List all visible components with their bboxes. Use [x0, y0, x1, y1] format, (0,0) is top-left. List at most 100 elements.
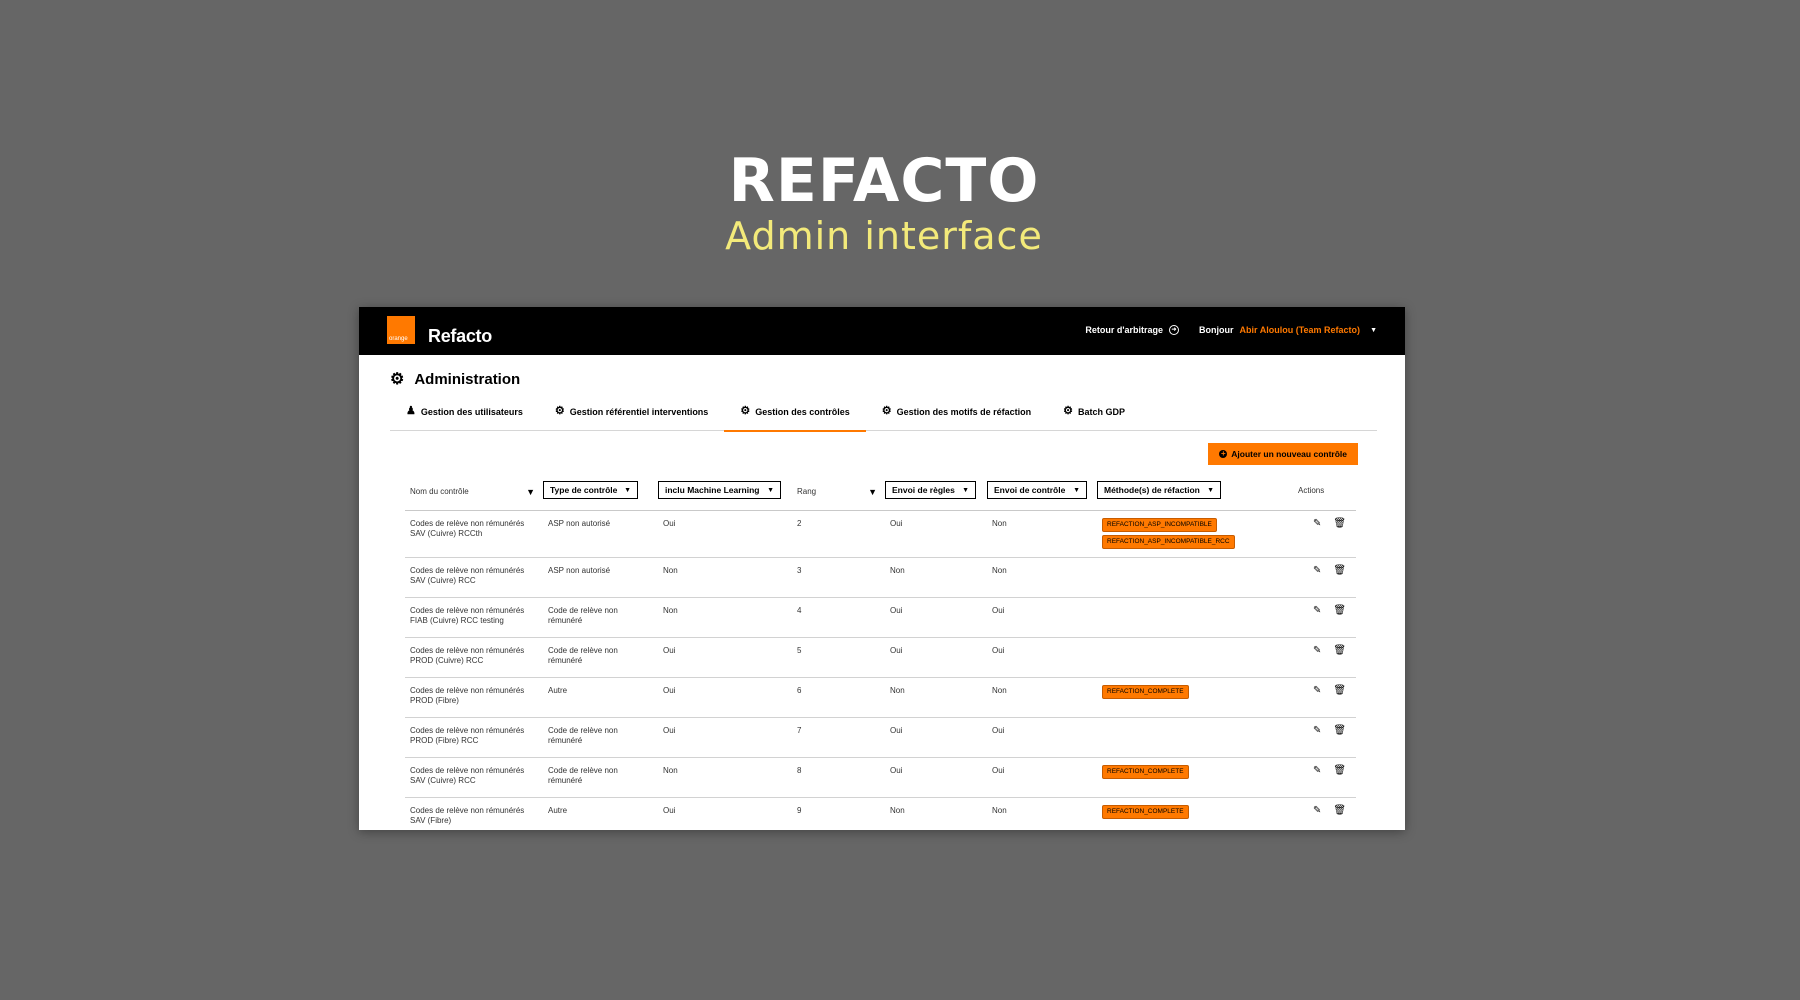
cell-rang: 2: [792, 510, 885, 558]
tab-label: Gestion référentiel interventions: [569, 407, 709, 417]
col-envoi: Envoi de contrôle ▼: [987, 470, 1097, 511]
trash-icon[interactable]: 🗑: [1333, 606, 1346, 616]
user-menu[interactable]: Abir Aloulou (Team Refacto): [1240, 325, 1361, 335]
type-line2: rémunéré: [548, 776, 583, 785]
tab-interventions[interactable]: ⚙ Gestion référentiel interventions: [539, 399, 724, 430]
trash-icon[interactable]: 🗑: [1333, 686, 1346, 696]
tab-batch-gdp[interactable]: ⚙ Batch GDP: [1047, 399, 1141, 430]
cell-rang: 8: [792, 757, 885, 798]
col-ml: inclu Machine Learning ▼: [658, 470, 792, 511]
tab-label: Batch GDP: [1078, 407, 1126, 417]
col-type-label: Type de contrôle: [550, 485, 618, 495]
trash-icon[interactable]: 🗑: [1333, 766, 1346, 776]
type-line1: Code de relève non: [548, 606, 618, 615]
table-row[interactable]: Codes de relève non rémunérés SAV (Cuivre…: [405, 757, 1356, 798]
edit-pencil-icon[interactable]: ✎: [1313, 646, 1321, 656]
cell-regles: Non: [885, 557, 987, 598]
page-title: Administration: [414, 371, 521, 388]
filter-icon[interactable]: ▼: [868, 487, 877, 497]
refaction-badge: REFACTION_COMPLETE: [1102, 685, 1189, 699]
col-rang: Rang ▼: [792, 470, 885, 511]
table-row[interactable]: Codes de relève non rémunérés PROD (Cuivr…: [405, 637, 1356, 678]
table-row[interactable]: Codes de relève non rémunérés SAV (Cuivre…: [405, 557, 1356, 598]
cell-methodes: [1097, 637, 1298, 678]
type-line1: Code de relève non: [548, 766, 618, 775]
col-regles-label: Envoi de règles: [892, 485, 955, 495]
cell-rang: 5: [792, 637, 885, 678]
hero: REFACTO Admin interface: [0, 148, 1768, 258]
edit-pencil-icon[interactable]: ✎: [1313, 806, 1321, 816]
trash-icon[interactable]: 🗑: [1333, 566, 1346, 576]
cell-type: Code de relève non rémunéré: [543, 757, 658, 798]
table-row[interactable]: Codes de relève non rémunérés SAV (Fibre)…: [405, 797, 1356, 830]
cell-regles: Non: [885, 677, 987, 718]
gear-icon: ⚙: [554, 405, 565, 417]
col-methodes: Méthode(s) de réfaction ▼: [1097, 470, 1298, 511]
envoi-filter-dropdown[interactable]: Envoi de contrôle ▼: [987, 481, 1087, 499]
tab-controls[interactable]: ⚙ Gestion des contrôles: [724, 399, 866, 432]
table-row[interactable]: Codes de relève non rémunérés SAV (Cuivre…: [405, 510, 1356, 558]
methodes-filter-dropdown[interactable]: Méthode(s) de réfaction ▼: [1097, 481, 1221, 499]
add-control-label: Ajouter un nouveau contrôle: [1231, 449, 1347, 459]
col-regles: Envoi de règles ▼: [885, 470, 987, 511]
cell-regles: Non: [885, 797, 987, 830]
chevron-down-icon: ▼: [624, 486, 631, 494]
col-nom-label: Nom du contrôle: [410, 487, 469, 496]
refaction-badge: REFACTION_ASP_INCOMPATIBLE_RCC: [1102, 535, 1235, 549]
cell-methodes: REFACTION_COMPLETE: [1097, 677, 1298, 718]
cell-envoi: Non: [987, 677, 1097, 718]
filter-icon[interactable]: ▼: [526, 487, 535, 497]
plus-circle-icon: +: [1219, 449, 1228, 458]
tab-users[interactable]: ♟ Gestion des utilisateurs: [390, 399, 539, 430]
edit-pencil-icon[interactable]: ✎: [1313, 686, 1321, 696]
cell-type: Code de relève non rémunéré: [543, 597, 658, 638]
edit-pencil-icon[interactable]: ✎: [1313, 566, 1321, 576]
table-row[interactable]: Codes de relève non rémunérés PROD (Fibre…: [405, 717, 1356, 758]
edit-pencil-icon[interactable]: ✎: [1313, 606, 1321, 616]
nom-line2: SAV (Cuivre) RCC: [410, 576, 476, 585]
ml-filter-dropdown[interactable]: inclu Machine Learning ▼: [658, 481, 781, 499]
regles-filter-dropdown[interactable]: Envoi de règles ▼: [885, 481, 976, 499]
chevron-down-icon: ▼: [1073, 486, 1080, 494]
edit-pencil-icon[interactable]: ✎: [1313, 519, 1321, 529]
cell-envoi: Oui: [987, 757, 1097, 798]
type-line1: ASP non autorisé: [548, 566, 611, 575]
cell-envoi: Oui: [987, 597, 1097, 638]
col-rang-label: Rang: [797, 487, 817, 496]
add-control-button[interactable]: + Ajouter un nouveau contrôle: [1208, 443, 1358, 465]
nom-line1: Codes de relève non rémunérés: [410, 806, 525, 815]
cell-actions: ✎ 🗑: [1298, 797, 1356, 830]
chevron-down-icon: ▼: [767, 486, 774, 494]
cell-envoi: Oui: [987, 637, 1097, 678]
orange-logo[interactable]: orange: [387, 316, 415, 344]
trash-icon[interactable]: 🗑: [1333, 726, 1346, 736]
arrow-circle-icon[interactable]: ➜: [1169, 325, 1180, 335]
trash-icon[interactable]: 🗑: [1333, 519, 1346, 529]
tab-refaction-reasons[interactable]: ⚙ Gestion des motifs de réfaction: [866, 399, 1047, 430]
table-row[interactable]: Codes de relève non rémunérés FIAB (Cuivr…: [405, 597, 1356, 638]
trash-icon[interactable]: 🗑: [1333, 806, 1346, 816]
col-methodes-label: Méthode(s) de réfaction: [1104, 485, 1200, 495]
cell-nom: Codes de relève non rémunérés SAV (Cuivre…: [405, 557, 543, 598]
cell-envoi: Non: [987, 797, 1097, 830]
table-row[interactable]: Codes de relève non rémunérés PROD (Fibre…: [405, 677, 1356, 718]
gear-icon: ⚙: [740, 405, 751, 417]
gear-icon: ⚙: [1063, 405, 1074, 417]
type-line2: rémunéré: [548, 736, 583, 745]
back-to-arbitration-link[interactable]: Retour d'arbitrage: [1085, 325, 1163, 335]
col-nom: Nom du contrôle ▼: [405, 470, 543, 511]
nom-line1: Codes de relève non rémunérés: [410, 726, 525, 735]
cell-type: Code de relève non rémunéré: [543, 717, 658, 758]
tab-label: Gestion des utilisateurs: [420, 407, 523, 417]
cell-rang: 6: [792, 677, 885, 718]
type-filter-dropdown[interactable]: Type de contrôle ▼: [543, 481, 638, 499]
nom-line2: SAV (Fibre): [410, 816, 452, 825]
nom-line1: Codes de relève non rémunérés: [410, 686, 525, 695]
edit-pencil-icon[interactable]: ✎: [1313, 766, 1321, 776]
chevron-down-icon[interactable]: ▼: [1370, 327, 1377, 334]
trash-icon[interactable]: 🗑: [1333, 646, 1346, 656]
chevron-down-icon: ▼: [962, 486, 969, 494]
controls-table: Nom du contrôle ▼ Type de contrôle ▼ inclu…: [405, 470, 1356, 830]
gear-icon: ⚙: [390, 370, 405, 388]
edit-pencil-icon[interactable]: ✎: [1313, 726, 1321, 736]
